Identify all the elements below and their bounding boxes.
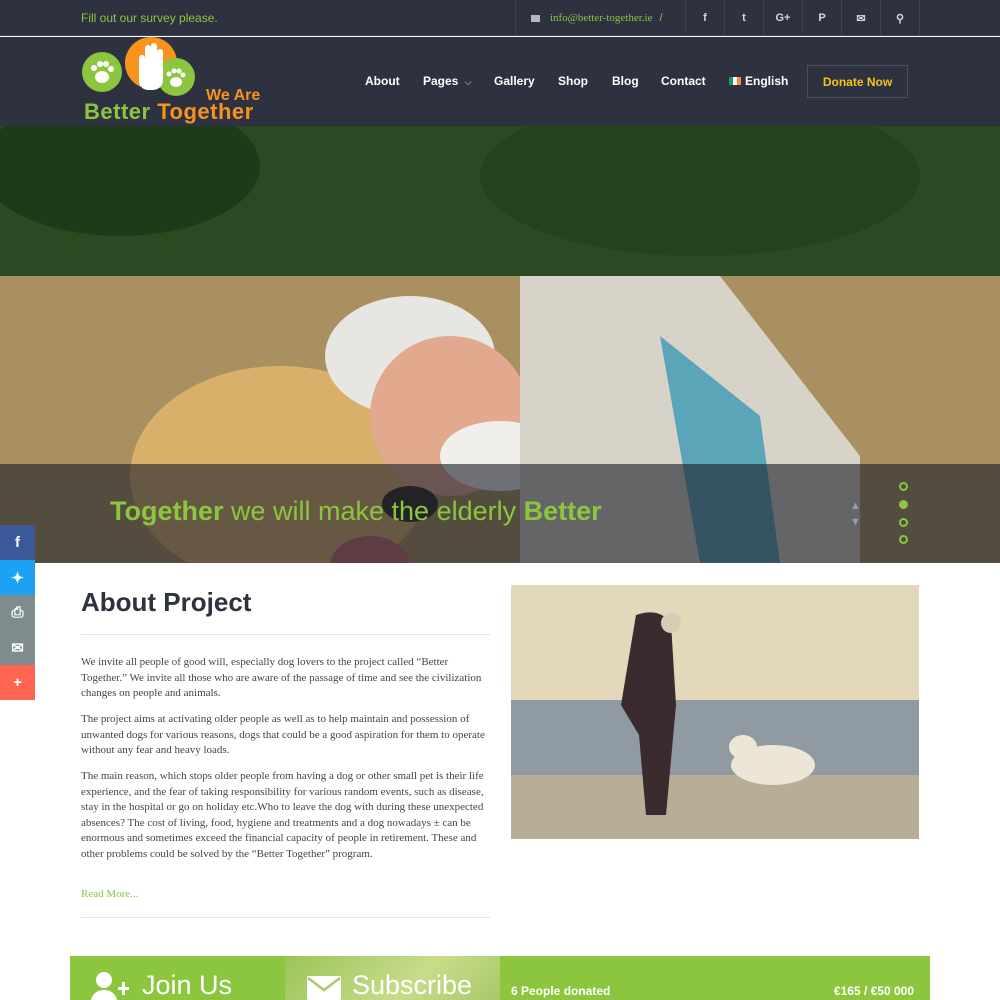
nav-about[interactable]: About [365, 74, 400, 88]
about-paragraph-1: We invite all people of good will, espec… [81, 656, 482, 699]
logo-word-together: Together [157, 99, 254, 124]
email-contact[interactable]: info@better-together.ie / [515, 0, 686, 36]
separator: / [659, 12, 663, 24]
donation-count: 6 People donated [511, 984, 611, 998]
share-twitter-icon[interactable]: ✦ [0, 560, 35, 595]
about-paragraph-2: The project aims at activating older peo… [81, 713, 485, 756]
twitter-icon[interactable]: t [725, 0, 764, 36]
nav-pages-label: Pages [423, 74, 459, 88]
about-photo [511, 585, 919, 839]
pinterest-icon[interactable]: P [803, 0, 842, 36]
arrow-up-icon[interactable]: ▲ [850, 498, 861, 514]
share-print-icon[interactable]: ⎙ [0, 595, 35, 630]
top-bar: Fill out our survey please. info@better-… [0, 0, 1000, 36]
search-icon[interactable]: ⚲ [881, 0, 920, 36]
donate-button[interactable]: Donate Now [807, 65, 908, 98]
share-email-icon[interactable]: ✉ [0, 630, 35, 665]
caption-text: we will make the elderly [223, 496, 524, 526]
read-more-link[interactable]: Read More... [81, 888, 138, 900]
google-plus-icon[interactable]: G+ [764, 0, 803, 36]
slider-arrows: ▲ ▼ [850, 498, 861, 530]
facebook-icon[interactable]: f [686, 0, 725, 36]
join-us-box[interactable]: Join Us [70, 956, 285, 1000]
slider-dot-1[interactable] [899, 482, 908, 491]
donation-amount: €165 / €50 000 [833, 984, 914, 998]
divider [81, 634, 490, 635]
email-address[interactable]: info@better-together.ie [550, 12, 652, 24]
subscribe-label: Subscribe [352, 970, 473, 1000]
nav-pages[interactable]: Pages ⌵ [423, 74, 472, 88]
join-us-label: Join Us [142, 970, 233, 1000]
about-title: About Project [81, 587, 252, 617]
nav-shop[interactable]: Shop [558, 74, 588, 88]
envelope-icon[interactable]: ✉ [842, 0, 881, 36]
survey-link[interactable]: Fill out our survey please. [81, 11, 218, 25]
slider-dot-4[interactable] [899, 535, 908, 544]
caption-highlight-2: Better [523, 496, 602, 526]
hero-caption: Together we will make the elderly Better [110, 496, 602, 527]
about-photo-art [511, 585, 919, 839]
chevron-down-icon: ⌵ [464, 77, 472, 87]
caption-highlight-1: Together [110, 496, 224, 526]
bottom-strip: Join Us Subscribe 6 People donated €165 … [70, 956, 930, 1000]
divider [81, 917, 490, 918]
logo-wordmark: Better Together [84, 99, 254, 125]
arrow-down-icon[interactable]: ▼ [850, 514, 861, 530]
share-facebook-icon[interactable]: f [0, 525, 35, 560]
site-logo[interactable]: We Are Better Together [81, 37, 271, 126]
about-paragraph-3: The main reason, which stops older peopl… [81, 770, 484, 860]
subscribe-box[interactable]: Subscribe [285, 956, 500, 1000]
add-user-icon [90, 972, 129, 1000]
nav-gallery[interactable]: Gallery [494, 74, 535, 88]
ireland-flag-icon [729, 77, 741, 85]
nav-language[interactable]: English [729, 74, 788, 88]
share-plus-icon[interactable]: + [0, 665, 35, 700]
envelope-icon [307, 976, 341, 1000]
slider-dot-3[interactable] [899, 518, 908, 527]
nav-contact[interactable]: Contact [661, 74, 706, 88]
nav-blog[interactable]: Blog [612, 74, 639, 88]
hero-slider: Together we will make the elderly Better… [0, 126, 1000, 563]
slider-dot-2[interactable] [899, 500, 908, 509]
logo-word-better: Better [84, 99, 151, 124]
language-label: English [745, 74, 789, 88]
envelope-icon [531, 14, 540, 22]
main-header: We Are Better Together About Pages ⌵ Gal… [0, 37, 1000, 126]
